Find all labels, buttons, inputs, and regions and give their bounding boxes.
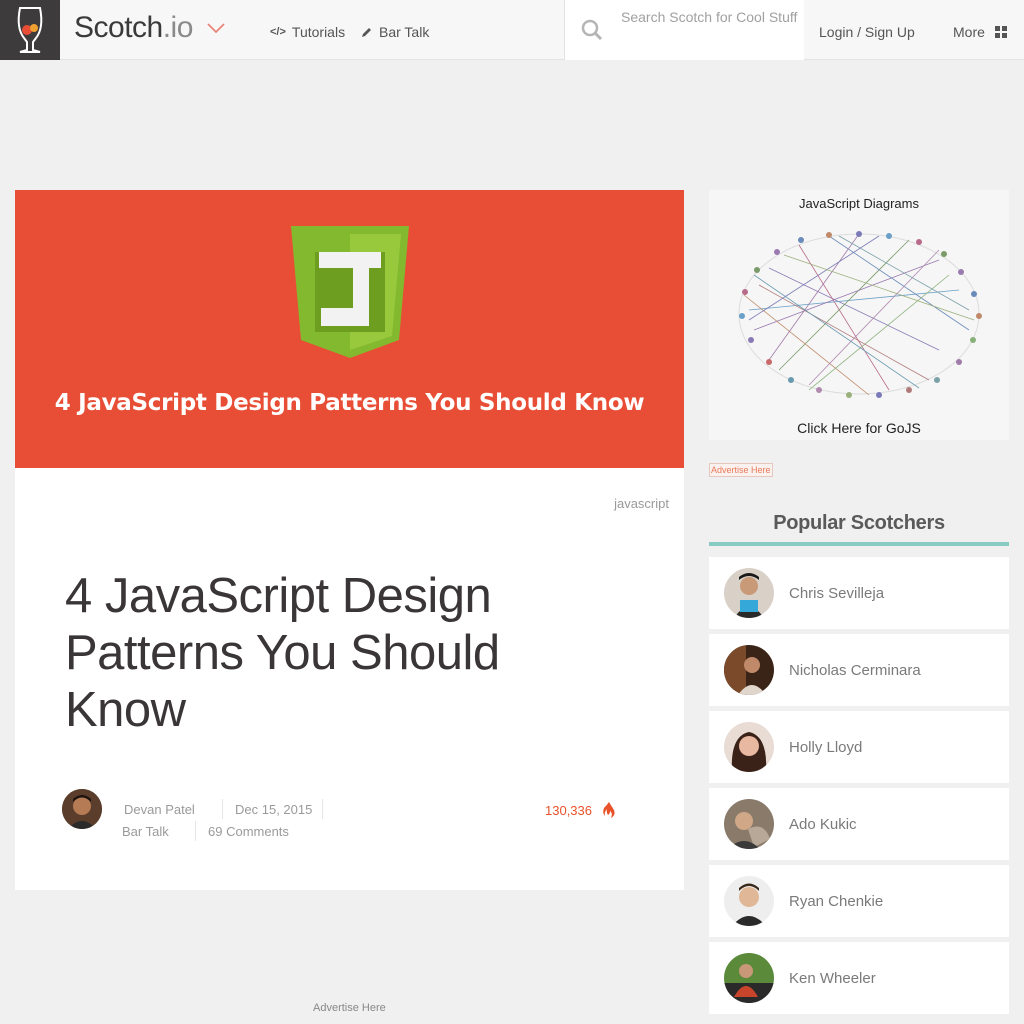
grid-icon: [994, 26, 1007, 38]
search-input[interactable]: [621, 9, 811, 25]
javascript-shield-icon: [291, 226, 409, 358]
avatar: [724, 568, 774, 618]
brand-name[interactable]: Scotch.io: [74, 11, 193, 45]
pencil-icon: [362, 28, 371, 37]
scotcher-name: Ryan Chenkie: [789, 893, 884, 910]
login-signup-link[interactable]: Login / Sign Up: [819, 24, 915, 40]
meta-divider: [322, 799, 323, 819]
avatar: [724, 799, 774, 849]
meta-divider: [222, 799, 223, 819]
meta-divider: [195, 821, 196, 841]
code-icon: </>: [270, 26, 286, 38]
scotcher-name: Nicholas Cerminara: [789, 662, 921, 679]
top-navigation-bar: Scotch.io </> Tutorials Bar Talk Login /…: [0, 0, 1024, 60]
scotcher-card-ken-wheeler[interactable]: Ken Wheeler: [709, 942, 1009, 1014]
avatar: [724, 953, 774, 1003]
brand-main: Scotch: [74, 11, 163, 44]
nav-tutorials[interactable]: </> Tutorials: [270, 24, 345, 40]
network-diagram-graphic: [738, 231, 982, 398]
more-label: More: [953, 24, 985, 40]
brand-suffix: .io: [162, 11, 194, 44]
more-menu-button[interactable]: More: [953, 24, 1007, 40]
sidebar-advertise-here-link[interactable]: Advertise Here: [709, 463, 773, 477]
article-hero-image[interactable]: 4 JavaScript Design Patterns You Should …: [15, 190, 684, 468]
chevron-down-icon[interactable]: [207, 22, 225, 34]
nav-tutorials-label: Tutorials: [291, 24, 346, 40]
author-avatar-image: [62, 789, 102, 829]
avatar: [724, 722, 774, 772]
views-count: 130,336: [545, 802, 592, 818]
article-comments[interactable]: 69 Comments: [208, 824, 289, 839]
article-views: 130,336: [545, 802, 616, 818]
scotcher-name: Ken Wheeler: [789, 970, 876, 987]
ad-call-to-action: Click Here for GoJS: [797, 420, 921, 436]
nav-bar-talk-label: Bar Talk: [379, 24, 430, 40]
article-category[interactable]: Bar Talk: [122, 824, 169, 839]
scotcher-card-chris-sevilleja[interactable]: Chris Sevilleja: [709, 557, 1009, 629]
article-card: javascript 4 JavaScript Design Patterns …: [15, 468, 684, 890]
author-avatar[interactable]: [62, 789, 102, 829]
scotcher-card-ryan-chenkie[interactable]: Ryan Chenkie: [709, 865, 1009, 937]
nav-bar-talk[interactable]: Bar Talk: [361, 24, 429, 40]
scotch-glass-logo-icon: [17, 7, 43, 53]
flame-icon: [603, 802, 615, 818]
avatar: [724, 645, 774, 695]
popular-scotchers-underline: [709, 542, 1009, 546]
scotcher-name: Ado Kukic: [789, 816, 857, 833]
scotcher-name: Chris Sevilleja: [789, 585, 885, 602]
scotcher-card-ado-kukic[interactable]: Ado Kukic: [709, 788, 1009, 860]
scotcher-name: Holly Lloyd: [789, 739, 863, 756]
scotch-logo-link[interactable]: [0, 0, 60, 60]
article-title[interactable]: 4 JavaScript Design Patterns You Should …: [65, 568, 565, 739]
hero-title-text: 4 JavaScript Design Patterns You Should …: [54, 390, 645, 416]
article-tag[interactable]: javascript: [614, 496, 669, 511]
scotcher-card-holly-lloyd[interactable]: Holly Lloyd: [709, 711, 1009, 783]
search-icon[interactable]: [581, 19, 603, 41]
search-bar: [564, 0, 811, 60]
article-date: Dec 15, 2015: [235, 802, 313, 817]
advertise-here-link[interactable]: Advertise Here: [313, 1002, 386, 1014]
popular-scotchers-heading: Popular Scotchers: [773, 512, 945, 534]
author-name[interactable]: Devan Patel: [124, 802, 195, 817]
scotcher-card-nicholas-cerminara[interactable]: Nicholas Cerminara: [709, 634, 1009, 706]
avatar: [724, 876, 774, 926]
gojs-ad-banner[interactable]: JavaScript Diagrams Click Here for GoJS: [709, 190, 1009, 440]
